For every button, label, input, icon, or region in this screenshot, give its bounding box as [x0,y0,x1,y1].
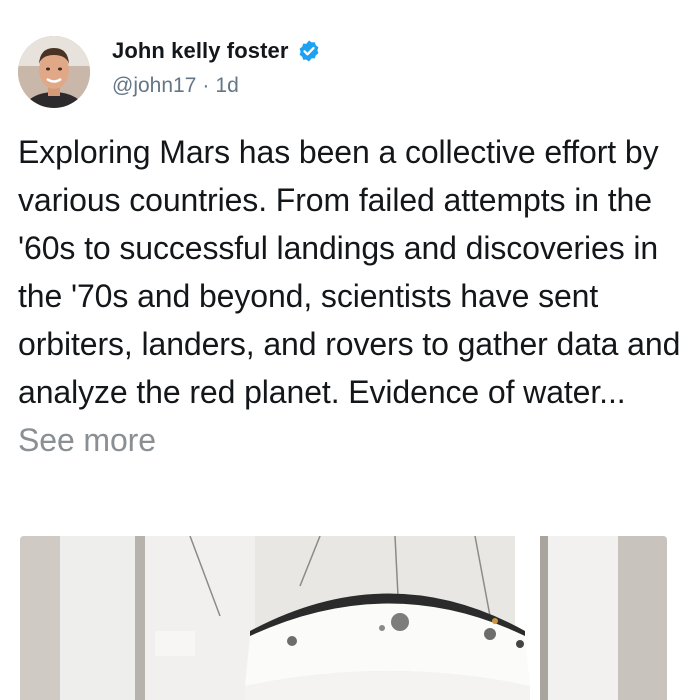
spacecraft-photo-icon [20,536,667,700]
author-handle[interactable]: @john17 [112,74,196,98]
avatar[interactable] [18,36,90,108]
tweet-meta: @john17 · 1d [112,74,239,98]
tweet-body: Exploring Mars has been a collective eff… [18,134,681,410]
author-name-row: John kelly foster [112,38,321,64]
tweet-header: John kelly foster @john17 · 1d [18,36,618,112]
verified-badge-icon [297,39,321,63]
tweet-text: Exploring Mars has been a collective eff… [18,128,688,464]
tweet-time[interactable]: 1d [215,74,238,98]
author-display-name[interactable]: John kelly foster [112,38,289,64]
see-more-link[interactable]: See more [18,422,156,458]
tweet-media[interactable] [20,536,667,700]
profile-photo-icon [18,36,90,108]
meta-separator: · [202,74,210,97]
tweet-card: John kelly foster @john17 · 1d Exploring… [0,0,700,700]
